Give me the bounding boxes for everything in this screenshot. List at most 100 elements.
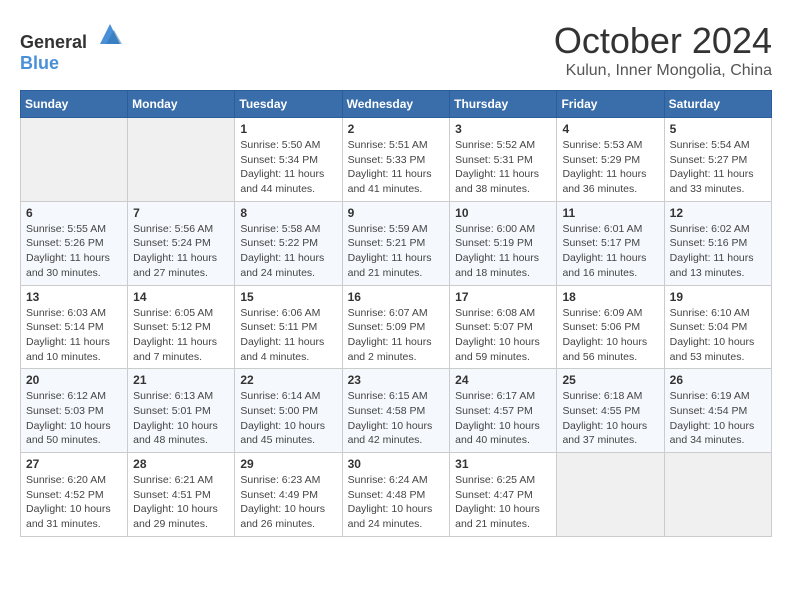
day-detail: Sunrise: 6:17 AM Sunset: 4:57 PM Dayligh… [455,389,551,448]
day-detail: Sunrise: 5:58 AM Sunset: 5:22 PM Dayligh… [240,222,336,281]
day-number: 4 [562,122,658,136]
logo: General Blue [20,20,124,74]
calendar-cell: 17 Sunrise: 6:08 AM Sunset: 5:07 PM Dayli… [450,285,557,369]
day-detail: Sunrise: 5:50 AM Sunset: 5:34 PM Dayligh… [240,138,336,197]
page-header: General Blue October 2024 Kulun, Inner M… [20,20,772,80]
calendar-week-2: 6Sunrise: 5:55 AM Sunset: 5:26 PM Daylig… [21,201,772,285]
calendar-cell [557,453,664,537]
day-number: 31 [455,457,551,471]
day-detail: Sunrise: 6:09 AM Sunset: 5:06 PM Dayligh… [562,306,658,365]
day-detail: Sunrise: 6:19 AM Sunset: 4:54 PM Dayligh… [670,389,766,448]
day-detail: Sunrise: 6:15 AM Sunset: 4:58 PM Dayligh… [348,389,445,448]
calendar-week-5: 27 Sunrise: 6:20 AM Sunset: 4:52 PM Dayli… [21,453,772,537]
day-detail: Sunrise: 6:07 AM Sunset: 5:09 PM Dayligh… [348,306,445,365]
day-number: 17 [455,290,551,304]
day-detail: Sunrise: 6:25 AM Sunset: 4:47 PM Dayligh… [455,473,551,532]
weekday-header-wednesday: Wednesday [342,91,450,118]
day-detail: Sunrise: 6:02 AM Sunset: 5:16 PM Dayligh… [670,222,766,281]
day-detail: Sunrise: 5:53 AM Sunset: 5:29 PM Dayligh… [562,138,658,197]
calendar-table: SundayMondayTuesdayWednesdayThursdayFrid… [20,90,772,537]
calendar-cell: 27 Sunrise: 6:20 AM Sunset: 4:52 PM Dayli… [21,453,128,537]
day-detail: Sunrise: 6:13 AM Sunset: 5:01 PM Dayligh… [133,389,229,448]
calendar-cell: 12 Sunrise: 6:02 AM Sunset: 5:16 PM Dayli… [664,201,771,285]
calendar-cell: 18 Sunrise: 6:09 AM Sunset: 5:06 PM Dayli… [557,285,664,369]
day-number: 28 [133,457,229,471]
calendar-header-row: SundayMondayTuesdayWednesdayThursdayFrid… [21,91,772,118]
day-number: 12 [670,206,766,220]
day-number: 27 [26,457,122,471]
calendar-week-4: 20 Sunrise: 6:12 AM Sunset: 5:03 PM Dayli… [21,369,772,453]
calendar-cell: 23 Sunrise: 6:15 AM Sunset: 4:58 PM Dayli… [342,369,450,453]
day-detail: Sunrise: 6:12 AM Sunset: 5:03 PM Dayligh… [26,389,122,448]
day-number: 30 [348,457,445,471]
day-number: 8 [240,206,336,220]
day-detail: Sunrise: 6:05 AM Sunset: 5:12 PM Dayligh… [133,306,229,365]
calendar-cell [664,453,771,537]
day-number: 19 [670,290,766,304]
day-detail: Sunrise: 5:51 AM Sunset: 5:33 PM Dayligh… [348,138,445,197]
day-detail: Sunrise: 6:18 AM Sunset: 4:55 PM Dayligh… [562,389,658,448]
day-number: 18 [562,290,658,304]
day-detail: Sunrise: 5:56 AM Sunset: 5:24 PM Dayligh… [133,222,229,281]
page-title: October 2024 [554,20,772,62]
day-detail: Sunrise: 6:08 AM Sunset: 5:07 PM Dayligh… [455,306,551,365]
calendar-cell: 20 Sunrise: 6:12 AM Sunset: 5:03 PM Dayli… [21,369,128,453]
weekday-header-thursday: Thursday [450,91,557,118]
calendar-cell: 8 Sunrise: 5:58 AM Sunset: 5:22 PM Daylig… [235,201,342,285]
day-number: 16 [348,290,445,304]
day-number: 22 [240,373,336,387]
day-number: 13 [26,290,122,304]
calendar-cell: 11 Sunrise: 6:01 AM Sunset: 5:17 PM Dayli… [557,201,664,285]
weekday-header-saturday: Saturday [664,91,771,118]
day-number: 23 [348,373,445,387]
day-detail: Sunrise: 6:01 AM Sunset: 5:17 PM Dayligh… [562,222,658,281]
calendar-cell: 26 Sunrise: 6:19 AM Sunset: 4:54 PM Dayli… [664,369,771,453]
day-number: 20 [26,373,122,387]
day-number: 9 [348,206,445,220]
calendar-cell [128,118,235,202]
day-number: 3 [455,122,551,136]
logo-icon [96,20,124,48]
calendar-cell: 22 Sunrise: 6:14 AM Sunset: 5:00 PM Dayli… [235,369,342,453]
calendar-cell: 6Sunrise: 5:55 AM Sunset: 5:26 PM Daylig… [21,201,128,285]
day-detail: Sunrise: 5:59 AM Sunset: 5:21 PM Dayligh… [348,222,445,281]
day-number: 24 [455,373,551,387]
day-detail: Sunrise: 6:14 AM Sunset: 5:00 PM Dayligh… [240,389,336,448]
calendar-cell: 3 Sunrise: 5:52 AM Sunset: 5:31 PM Daylig… [450,118,557,202]
day-number: 10 [455,206,551,220]
weekday-header-monday: Monday [128,91,235,118]
calendar-week-1: 1Sunrise: 5:50 AM Sunset: 5:34 PM Daylig… [21,118,772,202]
weekday-header-sunday: Sunday [21,91,128,118]
weekday-header-tuesday: Tuesday [235,91,342,118]
calendar-cell [21,118,128,202]
day-number: 26 [670,373,766,387]
day-detail: Sunrise: 6:00 AM Sunset: 5:19 PM Dayligh… [455,222,551,281]
calendar-cell: 4 Sunrise: 5:53 AM Sunset: 5:29 PM Daylig… [557,118,664,202]
day-detail: Sunrise: 5:52 AM Sunset: 5:31 PM Dayligh… [455,138,551,197]
weekday-header-friday: Friday [557,91,664,118]
logo-text: General Blue [20,20,124,74]
calendar-cell: 13Sunrise: 6:03 AM Sunset: 5:14 PM Dayli… [21,285,128,369]
calendar-cell: 30 Sunrise: 6:24 AM Sunset: 4:48 PM Dayli… [342,453,450,537]
page-subtitle: Kulun, Inner Mongolia, China [554,62,772,80]
day-number: 2 [348,122,445,136]
calendar-cell: 14Sunrise: 6:05 AM Sunset: 5:12 PM Dayli… [128,285,235,369]
day-detail: Sunrise: 6:23 AM Sunset: 4:49 PM Dayligh… [240,473,336,532]
day-detail: Sunrise: 6:20 AM Sunset: 4:52 PM Dayligh… [26,473,122,532]
day-detail: Sunrise: 6:10 AM Sunset: 5:04 PM Dayligh… [670,306,766,365]
day-detail: Sunrise: 6:21 AM Sunset: 4:51 PM Dayligh… [133,473,229,532]
day-number: 11 [562,206,658,220]
day-detail: Sunrise: 6:06 AM Sunset: 5:11 PM Dayligh… [240,306,336,365]
calendar-cell: 1Sunrise: 5:50 AM Sunset: 5:34 PM Daylig… [235,118,342,202]
calendar-cell: 31 Sunrise: 6:25 AM Sunset: 4:47 PM Dayli… [450,453,557,537]
day-number: 7 [133,206,229,220]
logo-blue: Blue [20,53,59,73]
calendar-cell: 7 Sunrise: 5:56 AM Sunset: 5:24 PM Daylig… [128,201,235,285]
calendar-cell: 28 Sunrise: 6:21 AM Sunset: 4:51 PM Dayli… [128,453,235,537]
day-number: 5 [670,122,766,136]
day-number: 25 [562,373,658,387]
calendar-cell: 15 Sunrise: 6:06 AM Sunset: 5:11 PM Dayli… [235,285,342,369]
day-number: 15 [240,290,336,304]
calendar-cell: 29Sunrise: 6:23 AM Sunset: 4:49 PM Dayli… [235,453,342,537]
day-detail: Sunrise: 6:24 AM Sunset: 4:48 PM Dayligh… [348,473,445,532]
